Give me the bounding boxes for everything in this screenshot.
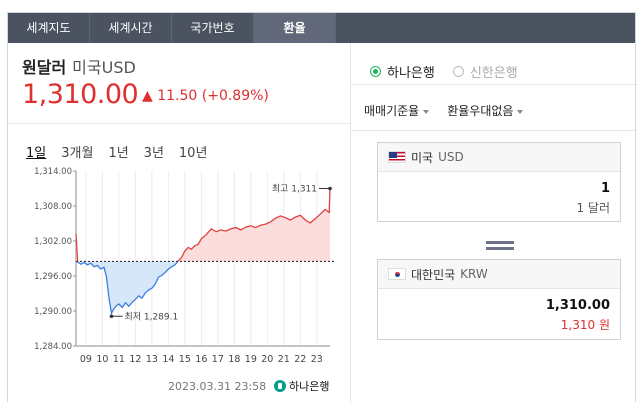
converter-panel: 하나은행 신한은행 매매기준율 환율우대없음 미국 USD 1 1 달러 대한민…: [350, 43, 637, 403]
us-flag-icon: [388, 151, 406, 163]
bank-label: 신한은행: [469, 66, 518, 81]
kr-flag-icon: [388, 268, 406, 280]
x-tick-label: 19: [245, 354, 257, 365]
y-tick-label: 1,284.00: [34, 342, 72, 352]
x-tick-label: 10: [96, 354, 108, 365]
pair-currency: 미국USD: [72, 58, 136, 77]
to-code: KRW: [460, 267, 488, 281]
x-tick-label: 09: [80, 354, 92, 365]
radio-icon: [452, 66, 464, 77]
caret-down-icon: [423, 109, 430, 114]
to-country: 대한민국: [411, 267, 456, 282]
rate-change: ▲ 11.50 (+0.89%): [142, 88, 269, 104]
tab-bar: 세계지도 세계시간 국가번호 환율: [8, 13, 635, 43]
from-code: USD: [438, 150, 464, 164]
bank-label: 하나은행: [387, 66, 435, 81]
y-tick-label: 1,302.00: [34, 237, 72, 247]
high-marker-dot: [328, 186, 332, 191]
bank-option-hana[interactable]: 하나은행: [370, 62, 435, 81]
from-amount-input[interactable]: 1: [378, 181, 620, 196]
x-tick-label: 20: [261, 354, 273, 365]
x-tick-label: 13: [146, 354, 158, 365]
radio-selected-icon: [370, 66, 381, 77]
divider: [8, 123, 350, 124]
from-country: 미국: [411, 150, 434, 165]
logo-text: 하나은행: [289, 380, 330, 393]
equals-icon: [486, 241, 514, 253]
current-rate: 1,310.00: [22, 79, 139, 110]
caret-down-icon: [517, 109, 524, 114]
y-tick-label: 1,296.00: [34, 272, 72, 282]
to-currency-box[interactable]: 대한민국 KRW 1,310.00 1,310 원: [377, 259, 621, 340]
hana-bank-logo: 하나은행: [274, 378, 329, 394]
x-tick-label: 15: [179, 354, 191, 365]
from-currency-box[interactable]: 미국 USD 1 1 달러: [377, 142, 621, 222]
y-tick-label: 1,314.00: [34, 167, 72, 177]
exchange-widget: 세계지도 세계시간 국가번호 환율 원달러 미국USD 1,310.00 ▲ 11…: [7, 12, 637, 403]
bank-selector: 하나은행 신한은행: [370, 62, 536, 81]
tab-exchange-rate[interactable]: 환율: [254, 13, 336, 43]
low-marker-dot: [109, 314, 114, 319]
rate-chart: 09 10 11 12 13 14 15 16 17 18 19 20 21 22 23 1,314.00 1,…: [34, 167, 334, 365]
rate-panel: 원달러 미국USD 1,310.00 ▲ 11.50 (+0.89%) 1일 3개…: [8, 43, 351, 403]
to-unit-text: 1,310 원: [560, 318, 610, 332]
rate-options: 매매기준율 환율우대없음: [364, 102, 541, 119]
y-tick-label: 1,290.00: [34, 307, 72, 317]
x-tick-label: 16: [195, 354, 207, 365]
x-tick-label: 22: [294, 354, 306, 365]
y-tick-label: 1,308.00: [34, 202, 72, 212]
above-baseline-area: [177, 188, 330, 262]
select-label: 환율우대없음: [447, 104, 514, 118]
from-unit-text: 1 달러: [576, 201, 610, 215]
x-tick-label: 21: [278, 354, 290, 365]
rate-type-select[interactable]: 매매기준율: [364, 102, 430, 119]
update-timestamp: 2023.03.31 23:58: [168, 380, 267, 393]
preference-select[interactable]: 환율우대없음: [447, 102, 524, 119]
tab-world-time[interactable]: 세계시간: [90, 13, 172, 43]
x-tick-label: 17: [212, 354, 224, 365]
select-label: 매매기준율: [364, 104, 420, 118]
divider: [350, 84, 637, 85]
to-amount-input[interactable]: 1,310.00: [378, 298, 620, 313]
bank-option-shinhan[interactable]: 신한은행: [452, 62, 518, 81]
x-tick-label: 18: [228, 354, 240, 365]
hana-logo-icon: [274, 380, 286, 392]
from-currency-select[interactable]: 미국 USD: [378, 143, 620, 172]
x-tick-label: 11: [113, 354, 125, 365]
tab-world-map[interactable]: 세계지도: [8, 13, 90, 43]
pair-title: 원달러 미국USD: [22, 54, 136, 78]
x-tick-label: 14: [162, 354, 174, 365]
high-label: 최고 1,311: [272, 184, 317, 195]
to-currency-select[interactable]: 대한민국 KRW: [378, 260, 620, 289]
x-tick-label: 12: [129, 354, 141, 365]
tab-country-code[interactable]: 국가번호: [172, 13, 254, 43]
low-label: 최저 1,289.1: [124, 311, 178, 322]
divider: [350, 130, 637, 131]
x-tick-label: 23: [311, 354, 323, 365]
pair-name: 원달러: [22, 58, 67, 77]
